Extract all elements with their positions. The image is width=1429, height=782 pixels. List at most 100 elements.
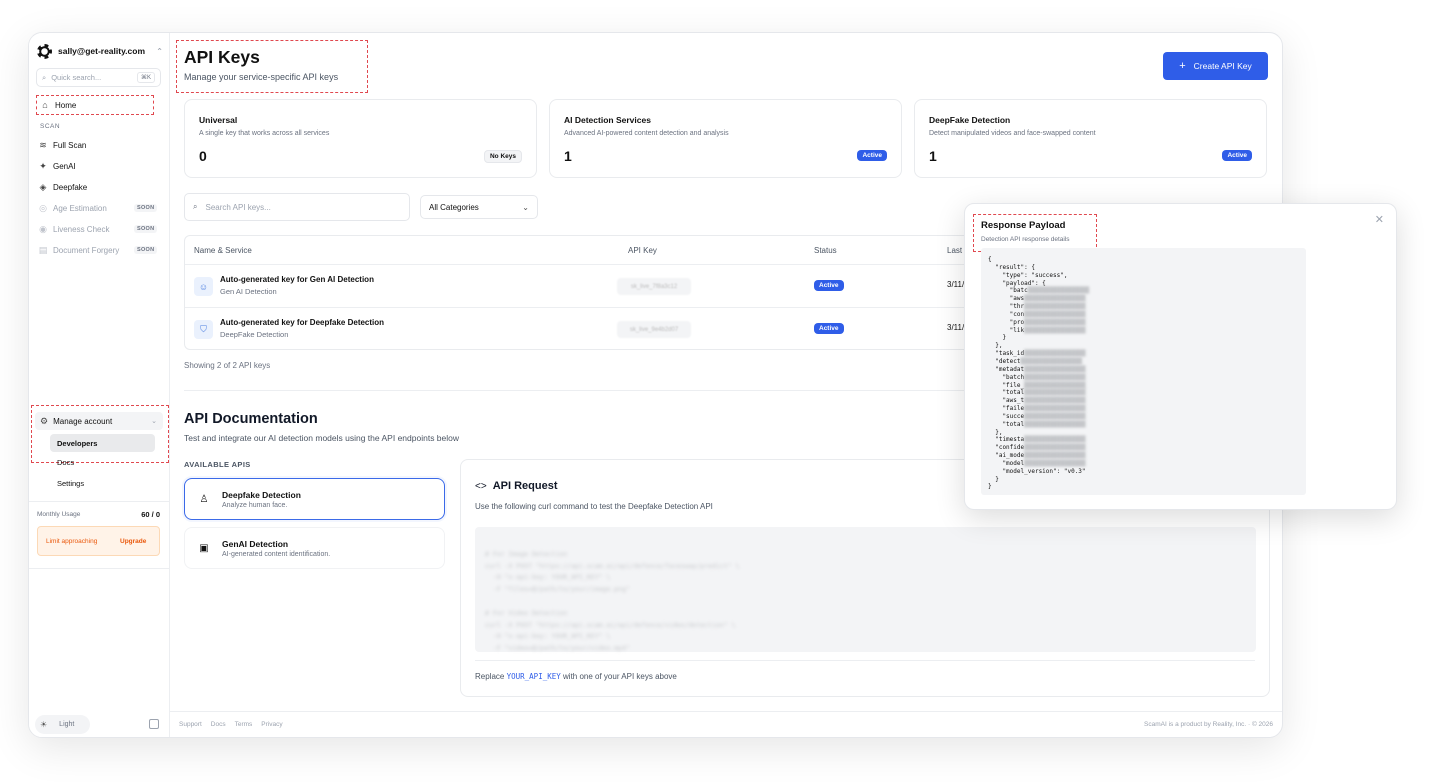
redacted-value: █████████████████: [1024, 397, 1086, 405]
theme-toggle[interactable]: ☀ Light: [35, 715, 90, 734]
brand-logo-icon: [37, 43, 52, 59]
card-deepfake-detection: DeepFake Detection Detect manipulated vi…: [914, 99, 1267, 178]
code-line: # For Image Detection: [485, 549, 568, 558]
layers-icon: ≋: [39, 139, 47, 150]
manage-account-group: ⚙ Manage account ⌄ Developers: [31, 405, 169, 463]
sidebar-item-document-forgery[interactable]: ▤ Document Forgery SOON: [38, 241, 163, 259]
api-key-placeholder: YOUR_API_KEY: [506, 672, 561, 681]
footer-link-docs[interactable]: Docs: [211, 721, 226, 728]
redacted-value: █████████████████: [1024, 412, 1086, 420]
code-icon: <>: [475, 480, 487, 492]
collapse-sidebar-icon[interactable]: [149, 719, 159, 729]
payload-line: "thr: [988, 303, 1025, 311]
payload-line: "task_id: [988, 350, 1025, 358]
redacted-value: █████████████████: [1024, 303, 1086, 311]
divider: [475, 660, 1255, 661]
key-name: Auto-generated key for Deepfake Detectio…: [220, 318, 385, 327]
sidebar-item-age-estimation[interactable]: ◎ Age Estimation SOON: [38, 199, 163, 217]
curl-code-block[interactable]: # For Image Detection curl -X POST "http…: [475, 527, 1256, 652]
replace-prefix: Replace: [475, 672, 505, 681]
sidebar-subitem-docs[interactable]: Docs: [57, 458, 74, 467]
payload-line: },: [988, 342, 1003, 350]
code-line: curl -X POST "https://api.scam.ai/api/de…: [485, 620, 736, 629]
code-line: # For Video Detection: [485, 608, 568, 617]
category-select[interactable]: All Categories ⌄: [420, 195, 538, 219]
manage-account-toggle[interactable]: ⚙ Manage account ⌄: [35, 412, 163, 430]
payload-line: "aws: [988, 295, 1025, 303]
api-option-deepfake[interactable]: ♙ Deepfake Detection Analyze human face.: [184, 478, 445, 520]
payload-line: "total: [988, 420, 1025, 428]
showing-count: Showing 2 of 2 API keys: [184, 361, 271, 370]
column-header: API Key: [628, 246, 657, 255]
shortcut-hint: ⌘K: [136, 72, 155, 83]
quick-search[interactable]: ⌕ Quick search... ⌘K: [36, 68, 161, 87]
redacted-value: █████████████████: [1024, 436, 1086, 444]
sidebar-subitem-developers[interactable]: Developers: [50, 434, 155, 452]
eye-icon: ◉: [39, 223, 47, 234]
key-service: Gen AI Detection: [220, 287, 277, 296]
redacted-value: █████████████████: [1024, 310, 1086, 318]
usage-label: Monthly Usage: [37, 511, 81, 518]
redacted-value: █████████████████: [1024, 452, 1086, 460]
search-placeholder: Search API keys...: [205, 202, 271, 212]
account-email: sally@get-reality.com: [58, 46, 146, 56]
payload-line: "batc: [988, 287, 1028, 295]
table-row[interactable]: ☺ Auto-generated key for Gen AI Detectio…: [185, 264, 1083, 307]
table-row[interactable]: ⛉ Auto-generated key for Deepfake Detect…: [185, 307, 1083, 350]
document-icon: ▤: [38, 244, 48, 255]
key-name: Auto-generated key for Gen AI Detection: [220, 275, 374, 284]
payload-line: "detect: [988, 357, 1021, 365]
sidebar-item-liveness-check[interactable]: ◉ Liveness Check SOON: [38, 220, 163, 238]
quick-search-placeholder: Quick search...: [51, 73, 102, 82]
usage-panel: Monthly Usage 60 / 0 Limit approaching U…: [29, 501, 170, 569]
redacted-value: █████████████████: [1024, 381, 1086, 389]
soon-badge: SOON: [134, 204, 158, 212]
create-api-key-label: Create API Key: [1193, 61, 1252, 71]
card-count: 1: [564, 148, 572, 164]
upgrade-link[interactable]: Upgrade: [120, 538, 146, 545]
api-key-value[interactable]: sk_live_9e4b2d07: [617, 321, 691, 338]
payload-line: "aws_t: [988, 397, 1025, 405]
footer-link-terms[interactable]: Terms: [235, 721, 253, 728]
account-switcher[interactable]: sally@get-reality.com ⌃: [37, 42, 163, 60]
footer-link-privacy[interactable]: Privacy: [261, 721, 282, 728]
redacted-value: █████████████████: [1024, 365, 1086, 373]
card-title: DeepFake Detection: [929, 115, 1011, 125]
sidebar-item-genai[interactable]: ✦ GenAI: [38, 157, 75, 175]
modal-subtitle: Detection API response details: [981, 236, 1070, 243]
create-api-key-button[interactable]: + Create API Key: [1163, 52, 1268, 80]
sparkles-icon: ✦: [39, 160, 47, 171]
close-icon[interactable]: ✕: [1375, 213, 1384, 226]
sidebar-item-home[interactable]: ⌂ Home: [36, 95, 154, 115]
footer-link-support[interactable]: Support: [179, 721, 202, 728]
payload-line: }: [988, 483, 992, 491]
sidebar-subitem-label: Developers: [57, 438, 98, 448]
payload-line: "type": "success",: [988, 271, 1068, 279]
tag-icon: ◈: [39, 181, 47, 192]
soon-badge: SOON: [134, 225, 158, 233]
page-title: API Keys: [184, 47, 260, 67]
theme-label: Light: [59, 721, 75, 728]
status-badge: Active: [814, 280, 844, 291]
redacted-value: █████████████████: [1027, 287, 1090, 295]
payload-line: "batch: [988, 373, 1025, 381]
api-key-value[interactable]: sk_live_7f8a3c12: [617, 278, 691, 295]
redacted-value: █████████████████: [1024, 326, 1086, 334]
api-option-subtitle: AI-generated content identification.: [222, 550, 331, 558]
chevron-down-icon: ⌄: [522, 202, 529, 212]
sidebar-item-deepfake[interactable]: ◈ Deepfake: [38, 178, 88, 196]
manage-account-label: Manage account: [53, 416, 113, 426]
card-count: 1: [929, 148, 937, 164]
sidebar-item-full-scan[interactable]: ≋ Full Scan: [38, 136, 86, 154]
sidebar-subitem-settings[interactable]: Settings: [57, 479, 84, 488]
payload-line: "total: [988, 389, 1025, 397]
api-key-search-input[interactable]: ⌕ Search API keys...: [184, 193, 410, 221]
sidebar-item-label: Home: [55, 100, 77, 110]
api-option-genai[interactable]: ▣ GenAI Detection AI-generated content i…: [184, 527, 445, 569]
payload-code-block[interactable]: { "result": { "type": "success", "payloa…: [981, 248, 1306, 495]
person-icon: ♙: [199, 493, 209, 505]
gear-icon: ⚙: [40, 415, 49, 426]
chevron-down-icon: ⌄: [151, 418, 157, 425]
user-circle-icon: ◎: [39, 202, 47, 213]
api-option-title: GenAI Detection: [222, 538, 289, 549]
